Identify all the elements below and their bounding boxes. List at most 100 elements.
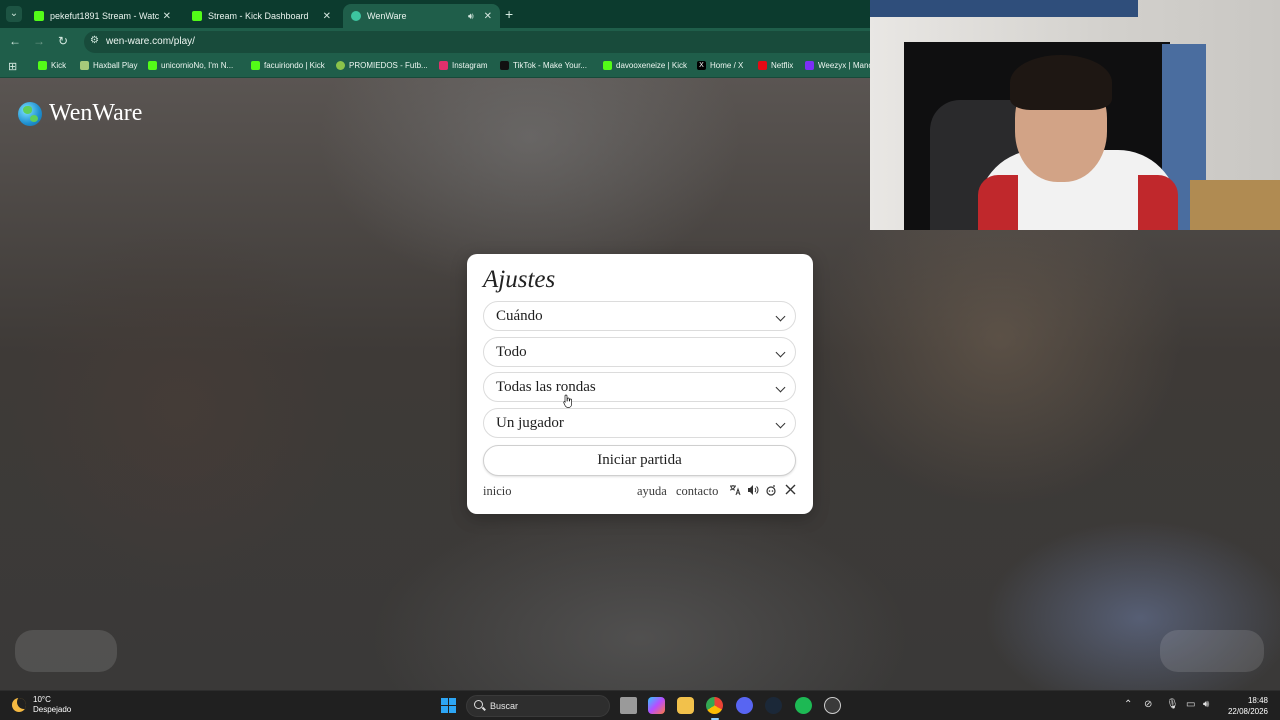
search-icon: [474, 700, 483, 709]
bookmark-item[interactable]: unicornioNo, I'm N...: [148, 61, 233, 70]
chrome-icon[interactable]: [706, 697, 723, 720]
bookmarks-bar: ⊞ Kick Haxball Play unicornioNo, I'm N..…: [0, 56, 872, 78]
bookmark-label: Kick: [51, 61, 67, 70]
tiktok-icon: [500, 61, 509, 70]
bookmark-item[interactable]: Instagram: [439, 61, 488, 70]
haxball-icon: [80, 61, 89, 70]
network-icon[interactable]: ▭: [1186, 699, 1195, 710]
notifications-off-icon[interactable]: ⊘: [1144, 699, 1152, 710]
close-tab-icon[interactable]: ✕: [163, 11, 171, 22]
hand-cursor-icon: [563, 394, 572, 408]
clock-date: 22/08/2026: [1227, 707, 1268, 716]
help-link[interactable]: ayuda: [637, 484, 667, 499]
tray-overflow-icon[interactable]: ⌃: [1124, 699, 1132, 710]
bookmark-label: davooxeneize | Kick: [616, 61, 688, 70]
instagram-icon: [439, 61, 448, 70]
select-value: Todas las rondas: [496, 379, 596, 395]
when-select[interactable]: Cuándo: [483, 301, 796, 331]
chevron-down-icon: [775, 382, 786, 393]
moon-icon: [12, 698, 26, 712]
bookmark-label: facuiriondo | Kick: [264, 61, 325, 70]
chevron-down-icon: [775, 347, 786, 358]
speaker-icon[interactable]: 🔊︎: [1203, 699, 1209, 710]
translate-icon[interactable]: [729, 484, 741, 498]
clock-time: 18:48: [1247, 696, 1268, 705]
bookmark-item[interactable]: Netflix: [758, 61, 793, 70]
home-link[interactable]: inicio: [483, 484, 511, 499]
bookmark-label: Instagram: [452, 61, 488, 70]
bookmark-label: PROMIEDOS - Futb...: [349, 61, 428, 70]
kick-favicon-icon: [34, 11, 44, 21]
brand-name: WenWare: [49, 100, 143, 126]
spotify-icon[interactable]: [795, 697, 812, 714]
back-icon[interactable]: ←: [7, 34, 23, 48]
globe-icon: [18, 101, 42, 126]
bookmark-item[interactable]: Haxball Play: [80, 61, 137, 70]
scope-select[interactable]: Todo: [483, 337, 796, 367]
discord-icon[interactable]: [736, 697, 753, 714]
copilot-icon[interactable]: [648, 697, 665, 714]
bookmark-item[interactable]: X Home / X: [697, 61, 743, 70]
bookmark-label: unicornioNo, I'm N...: [161, 61, 234, 70]
bookmark-item[interactable]: TikTok - Make Your...: [500, 61, 587, 70]
select-value: Cuándo: [496, 308, 543, 324]
weather-widget[interactable]: 10°C Despejado: [12, 695, 71, 715]
close-tab-icon[interactable]: ✕: [484, 11, 492, 22]
bookmark-label: Weezyx | Manc: [818, 61, 873, 70]
start-game-button[interactable]: Iniciar partida: [483, 445, 796, 476]
url-text: wen-ware.com/play/: [106, 36, 195, 47]
bookmark-label: Netflix: [771, 61, 794, 70]
apps-grid-icon[interactable]: ⊞: [8, 60, 17, 73]
webcam-overlay: [870, 0, 1280, 230]
tab-title: pekefut1891 Stream - Watch Li: [50, 11, 159, 21]
players-select[interactable]: Un jugador: [483, 408, 796, 438]
file-explorer-icon[interactable]: [677, 697, 694, 714]
settings-card: Ajustes Cuándo Todo Todas las rondas Un …: [467, 254, 813, 514]
weather-desc: Despejado: [33, 705, 72, 714]
new-tab-button[interactable]: +: [505, 6, 513, 22]
settings-title: Ajustes: [483, 266, 556, 293]
tab-wenware[interactable]: WenWare 🔊︎ ✕: [343, 4, 500, 28]
volume-icon[interactable]: [747, 484, 759, 498]
app-icon[interactable]: [824, 697, 841, 714]
bookmark-item[interactable]: PROMIEDOS - Futb...: [336, 61, 428, 70]
bookmark-item[interactable]: davooxeneize | Kick: [603, 61, 687, 70]
rounds-select[interactable]: Todas las rondas: [483, 372, 796, 402]
browser-toolbar: ← → ↻ ⚙︎ wen-ware.com/play/: [0, 28, 870, 56]
contact-link[interactable]: contacto: [676, 484, 718, 499]
reddit-icon[interactable]: [765, 484, 777, 498]
bookmark-item[interactable]: Weezyx | Manc: [805, 61, 872, 70]
tab-title: Stream - Kick Dashboard: [208, 11, 309, 21]
bookmark-item[interactable]: facuiriondo | Kick: [251, 61, 325, 70]
promiedos-icon: [336, 61, 345, 70]
tab-title: WenWare: [367, 11, 407, 21]
address-bar[interactable]: ⚙︎ wen-ware.com/play/: [84, 31, 870, 53]
taskbar-search[interactable]: Buscar: [466, 695, 610, 717]
tab-kick-dashboard[interactable]: Stream - Kick Dashboard ✕: [184, 4, 339, 28]
kick-favicon-icon: [192, 11, 202, 21]
steam-icon[interactable]: [765, 697, 782, 714]
bookmark-label: TikTok - Make Your...: [513, 61, 587, 70]
close-tab-icon[interactable]: ✕: [323, 11, 331, 22]
reload-icon[interactable]: ↻: [55, 34, 71, 48]
select-value: Un jugador: [496, 415, 564, 431]
tab-kick-stream[interactable]: pekefut1891 Stream - Watch Li ✕: [26, 4, 179, 28]
chevron-down-icon: [775, 418, 786, 429]
taskbar: 10°C Despejado Buscar ⌃ ⊘ 🎙︎ ▭ 🔊︎ 18:48 …: [0, 690, 1280, 720]
forward-icon[interactable]: →: [31, 34, 47, 48]
wenware-favicon-icon: [351, 11, 361, 21]
microphone-icon[interactable]: 🎙︎: [1166, 699, 1179, 710]
select-value: Todo: [496, 344, 527, 360]
bookmark-item[interactable]: Kick: [38, 61, 66, 70]
kick-icon: [603, 61, 612, 70]
task-view-icon[interactable]: [620, 697, 637, 714]
blurred-panel: [15, 630, 117, 672]
brand-logo[interactable]: WenWare: [18, 100, 142, 127]
taskbar-clock[interactable]: 18:48 22/08/2026: [1222, 695, 1268, 717]
x-logo-icon[interactable]: [784, 484, 796, 498]
tab-search-button[interactable]: ⌄: [6, 6, 22, 22]
tab-audio-icon[interactable]: 🔊︎: [468, 11, 474, 22]
windows-start-icon[interactable]: [441, 698, 456, 713]
x-icon: X: [697, 61, 706, 70]
site-info-icon[interactable]: ⚙︎: [90, 35, 99, 46]
